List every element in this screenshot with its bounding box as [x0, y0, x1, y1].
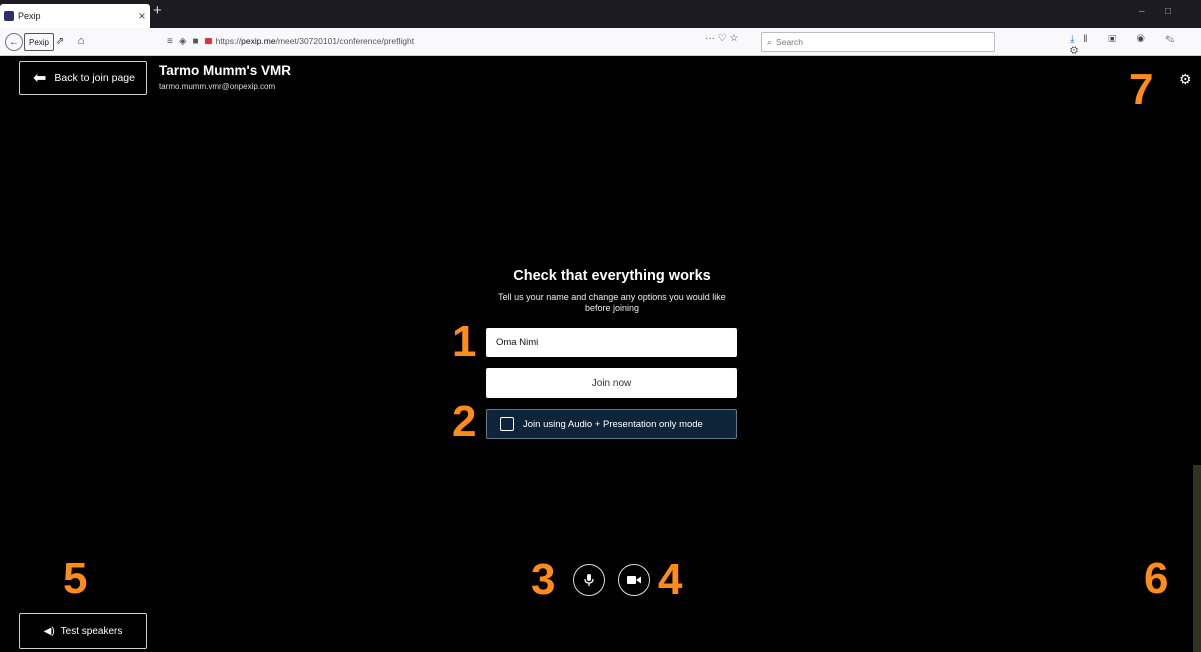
- page-title: Check that everything works: [513, 268, 711, 284]
- reader-icon: ≡: [167, 35, 173, 47]
- test-speakers-label: Test speakers: [60, 625, 123, 637]
- browser-nav-bar: ← Pexip ⇗ ⌂ ≡ ◈ ■ https:// pexip.me /mee…: [0, 28, 1201, 56]
- annotation-1: 1: [452, 317, 477, 366]
- browser-tab[interactable]: Pexip ×: [0, 4, 150, 28]
- maximize-icon[interactable]: □: [1165, 6, 1171, 17]
- browser-back-button[interactable]: ←: [5, 33, 23, 51]
- back-to-join-label: Back to join page: [54, 72, 135, 84]
- join-now-button[interactable]: Join now: [486, 368, 737, 398]
- annotation-5: 5: [63, 554, 88, 603]
- speaker-icon: ◀): [43, 625, 55, 637]
- annotation-7: 7: [1129, 65, 1154, 114]
- test-speakers-button[interactable]: ◀) Test speakers: [19, 613, 147, 649]
- new-tab-button[interactable]: +: [153, 2, 162, 19]
- browser-tab-bar: Pexip × + – □: [0, 0, 1201, 28]
- home-icon[interactable]: ⌂: [75, 33, 87, 49]
- url-prefix: https://: [215, 36, 242, 46]
- annotation-6: 6: [1144, 554, 1169, 603]
- search-placeholder: Search: [776, 37, 803, 47]
- audio-presentation-mode-option[interactable]: Join using Audio + Presentation only mod…: [486, 409, 737, 439]
- display-name-input[interactable]: [486, 328, 737, 357]
- page-subtitle: Tell us your name and change any options…: [498, 292, 726, 313]
- camera-permission-icon[interactable]: [204, 38, 212, 44]
- share-icon[interactable]: ⇗: [55, 33, 65, 49]
- audio-mode-label: Join using Audio + Presentation only mod…: [523, 418, 703, 430]
- self-view-edge: [1193, 465, 1201, 652]
- annotation-4: 4: [658, 555, 683, 604]
- audio-mode-checkbox[interactable]: [500, 417, 514, 431]
- vmr-name: Tarmo Mumm's VMR: [159, 63, 291, 78]
- annotation-3: 3: [531, 555, 556, 604]
- page-actions-icon[interactable]: ··· ♡ ☆: [705, 33, 739, 44]
- pexip-bookmark-button[interactable]: Pexip: [24, 33, 54, 51]
- search-input[interactable]: ⌕ Search: [761, 32, 995, 52]
- back-to-join-button[interactable]: ⬅ Back to join page: [19, 61, 147, 95]
- tab-title: Pexip: [18, 11, 41, 21]
- address-bar[interactable]: ≡ ◈ ■ https:// pexip.me /meet/30720101/c…: [167, 32, 747, 50]
- tab-close-icon[interactable]: ×: [134, 9, 150, 23]
- camera-toggle-button[interactable]: [618, 564, 650, 596]
- minimize-icon[interactable]: –: [1139, 6, 1145, 17]
- url-path: /meet/30720101/conference/preflight: [275, 36, 415, 46]
- video-camera-icon: [627, 576, 641, 584]
- lock-icon: ■: [192, 35, 199, 47]
- annotation-2: 2: [452, 397, 477, 446]
- shield-icon[interactable]: ◈: [179, 36, 187, 47]
- microphone-icon: [584, 574, 594, 586]
- microphone-toggle-button[interactable]: [573, 564, 605, 596]
- browser-toolbar-icons[interactable]: ⤓‖ ▣ ◉ ✎ ⚙: [1070, 34, 1201, 56]
- url-host: pexip.me: [241, 36, 276, 46]
- download-icon: ⤓: [1070, 34, 1084, 45]
- settings-gear-icon[interactable]: ⚙: [1179, 71, 1192, 88]
- search-icon: ⌕: [767, 36, 773, 47]
- arrow-left-icon: ⬅: [33, 70, 47, 87]
- pexip-favicon-icon: [4, 11, 14, 21]
- vmr-email: tarmo.mumm.vmr@onpexip.com: [159, 82, 276, 91]
